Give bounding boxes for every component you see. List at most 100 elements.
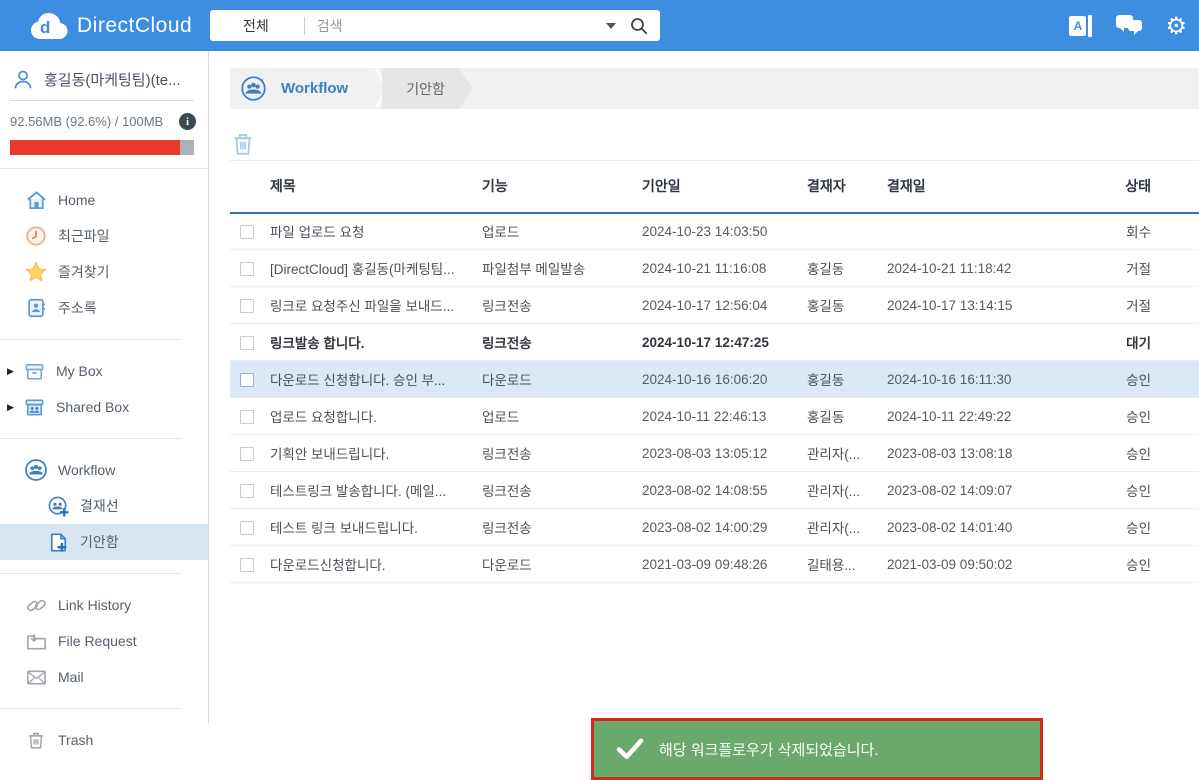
topbar-icon-group: A ⚙: [1069, 0, 1187, 51]
breadcrumb-current-page: 기안함: [382, 68, 473, 109]
cell-title: 링크로 요청주신 파일을 보내드...: [268, 287, 480, 324]
chevron-down-icon[interactable]: [606, 23, 616, 29]
row-checkbox[interactable]: [240, 225, 254, 239]
column-header-status: 상태: [1079, 161, 1199, 213]
table-row[interactable]: 다운로드 신청합니다. 승인 부... 다운로드 2024-10-16 16:0…: [230, 361, 1199, 398]
table-row[interactable]: 링크발송 합니다. 링크전송 2024-10-17 12:47:25 대기: [230, 324, 1199, 361]
cell-approval-date: [885, 324, 1079, 361]
feedback-icon[interactable]: [1116, 15, 1142, 37]
cell-approver: 길태용...: [805, 546, 885, 583]
sidebar-item-label: 기안함: [80, 532, 119, 552]
row-checkbox[interactable]: [240, 262, 254, 276]
cell-approval-date: 2024-10-11 22:49:22: [885, 398, 1079, 435]
row-checkbox[interactable]: [240, 336, 254, 350]
table-row[interactable]: 다운로드신청합니다. 다운로드 2021-03-09 09:48:26 길태용.…: [230, 546, 1199, 583]
expand-arrow-icon[interactable]: ▶: [7, 366, 22, 377]
check-icon: [616, 738, 644, 760]
cell-approver: 홍길동: [805, 361, 885, 398]
row-checkbox[interactable]: [240, 447, 254, 461]
column-header-draft-date: 기안일: [640, 161, 805, 213]
settings-icon[interactable]: ⚙: [1165, 14, 1187, 38]
cell-title: 다운로드신청합니다.: [268, 546, 480, 583]
row-checkbox[interactable]: [240, 410, 254, 424]
directcloud-logo[interactable]: d DirectCloud: [30, 12, 210, 40]
sidebar-item-shared-box[interactable]: ▶ Shared Box: [0, 389, 208, 425]
cloud-logo-icon: d: [30, 12, 68, 40]
table-row[interactable]: 테스트링크 발송합니다. (메일... 링크전송 2023-08-02 14:0…: [230, 472, 1199, 509]
table-row[interactable]: [DirectCloud] 홍길동(마케팅팀... 파일첨부 메일발송 2024…: [230, 250, 1199, 287]
address-book-icon: [24, 296, 48, 320]
sidebar-item-recent-files[interactable]: 최근파일: [0, 218, 208, 254]
column-header-function: 기능: [480, 161, 640, 213]
divider: [0, 438, 182, 439]
cell-function: 링크전송: [480, 287, 640, 324]
expand-arrow-icon[interactable]: ▶: [7, 402, 22, 413]
cell-title: 링크발송 합니다.: [268, 324, 480, 361]
star-icon: [24, 260, 48, 284]
cell-approver: 관리자(...: [805, 435, 885, 472]
row-checkbox[interactable]: [240, 373, 254, 387]
sidebar-item-approval-line[interactable]: 결재선: [0, 488, 208, 524]
cell-draft-date: 2024-10-17 12:47:25: [640, 324, 805, 361]
cell-status: 승인: [1079, 509, 1199, 546]
sidebar-item-draft-box[interactable]: 기안함: [0, 524, 208, 560]
cell-approver: 관리자(...: [805, 509, 885, 546]
sidebar-item-label: 최근파일: [58, 226, 110, 246]
divider: [0, 573, 182, 574]
table-row[interactable]: 기획안 보내드립니다. 링크전송 2023-08-03 13:05:12 관리자…: [230, 435, 1199, 472]
divider: [0, 339, 182, 340]
mail-icon: [24, 665, 48, 689]
search-input[interactable]: [317, 18, 602, 34]
divider: [0, 168, 208, 169]
cell-draft-date: 2021-03-09 09:48:26: [640, 546, 805, 583]
sidebar-item-file-request[interactable]: File Request: [0, 623, 208, 659]
row-checkbox[interactable]: [240, 299, 254, 313]
row-checkbox[interactable]: [240, 521, 254, 535]
row-checkbox[interactable]: [240, 484, 254, 498]
row-checkbox[interactable]: [240, 558, 254, 572]
breadcrumb-workflow-link[interactable]: Workflow: [281, 80, 348, 97]
sidebar-item-workflow[interactable]: Workflow: [0, 452, 208, 488]
table-row[interactable]: 테스트 링크 보내드립니다. 링크전송 2023-08-02 14:00:29 …: [230, 509, 1199, 546]
cell-approver: 홍길동: [805, 250, 885, 287]
cell-draft-date: 2024-10-23 14:03:50: [640, 213, 805, 250]
user-icon: [12, 68, 34, 90]
table-row[interactable]: 파일 업로드 요청 업로드 2024-10-23 14:03:50 회수: [230, 213, 1199, 250]
sidebar-item-home[interactable]: Home: [0, 182, 208, 218]
cell-approval-date: 2024-10-17 13:14:15: [885, 287, 1079, 324]
workflow-table-body: 파일 업로드 요청 업로드 2024-10-23 14:03:50 회수 [Di…: [230, 213, 1199, 583]
cell-status: 승인: [1079, 472, 1199, 509]
table-row[interactable]: 링크로 요청주신 파일을 보내드... 링크전송 2024-10-17 12:5…: [230, 287, 1199, 324]
search-box: 전체: [210, 10, 660, 41]
sidebar-item-address-book[interactable]: 주소록: [0, 290, 208, 326]
cell-approver: 관리자(...: [805, 472, 885, 509]
user-profile[interactable]: 홍길동(마케팅팀)(te...: [0, 51, 208, 100]
table-row[interactable]: 업로드 요청합니다. 업로드 2024-10-11 22:46:13 홍길동 2…: [230, 398, 1199, 435]
cell-draft-date: 2024-10-21 11:16:08: [640, 250, 805, 287]
search-scope-selector[interactable]: 전체: [210, 16, 269, 36]
sidebar-item-label: Mail: [58, 669, 84, 685]
sidebar-item-favorites[interactable]: 즐겨찾기: [0, 254, 208, 290]
manual-icon[interactable]: A: [1069, 15, 1093, 37]
cell-approval-date: 2023-08-02 14:01:40: [885, 509, 1079, 546]
approval-line-icon: [46, 494, 70, 518]
user-name: 홍길동(마케팅팀)(te...: [44, 69, 181, 90]
top-bar: d DirectCloud 전체 A ⚙: [0, 0, 1199, 51]
sidebar-item-label: Link History: [58, 597, 131, 613]
sidebar-item-label: Workflow: [58, 462, 115, 478]
workflow-table: 제목 기능 기안일 결재자 결재일 상태 파일 업로드 요청 업로드 2024-…: [230, 160, 1199, 583]
delete-workflow-button[interactable]: [230, 129, 256, 157]
workflow-icon: [240, 75, 267, 102]
sidebar-item-trash[interactable]: Trash: [0, 722, 208, 758]
search-icon[interactable]: [630, 17, 648, 35]
sidebar-item-link-history[interactable]: Link History: [0, 587, 208, 623]
shared-box-icon: [22, 395, 46, 419]
sidebar-item-mail[interactable]: Mail: [0, 659, 208, 695]
cell-function: 링크전송: [480, 324, 640, 361]
box-icon: [22, 359, 46, 383]
sidebar-item-label: Shared Box: [56, 399, 129, 415]
sidebar-item-my-box[interactable]: ▶ My Box: [0, 353, 208, 389]
cell-status: 회수: [1079, 213, 1199, 250]
info-icon[interactable]: i: [179, 113, 196, 130]
sidebar-item-label: Home: [58, 192, 95, 208]
